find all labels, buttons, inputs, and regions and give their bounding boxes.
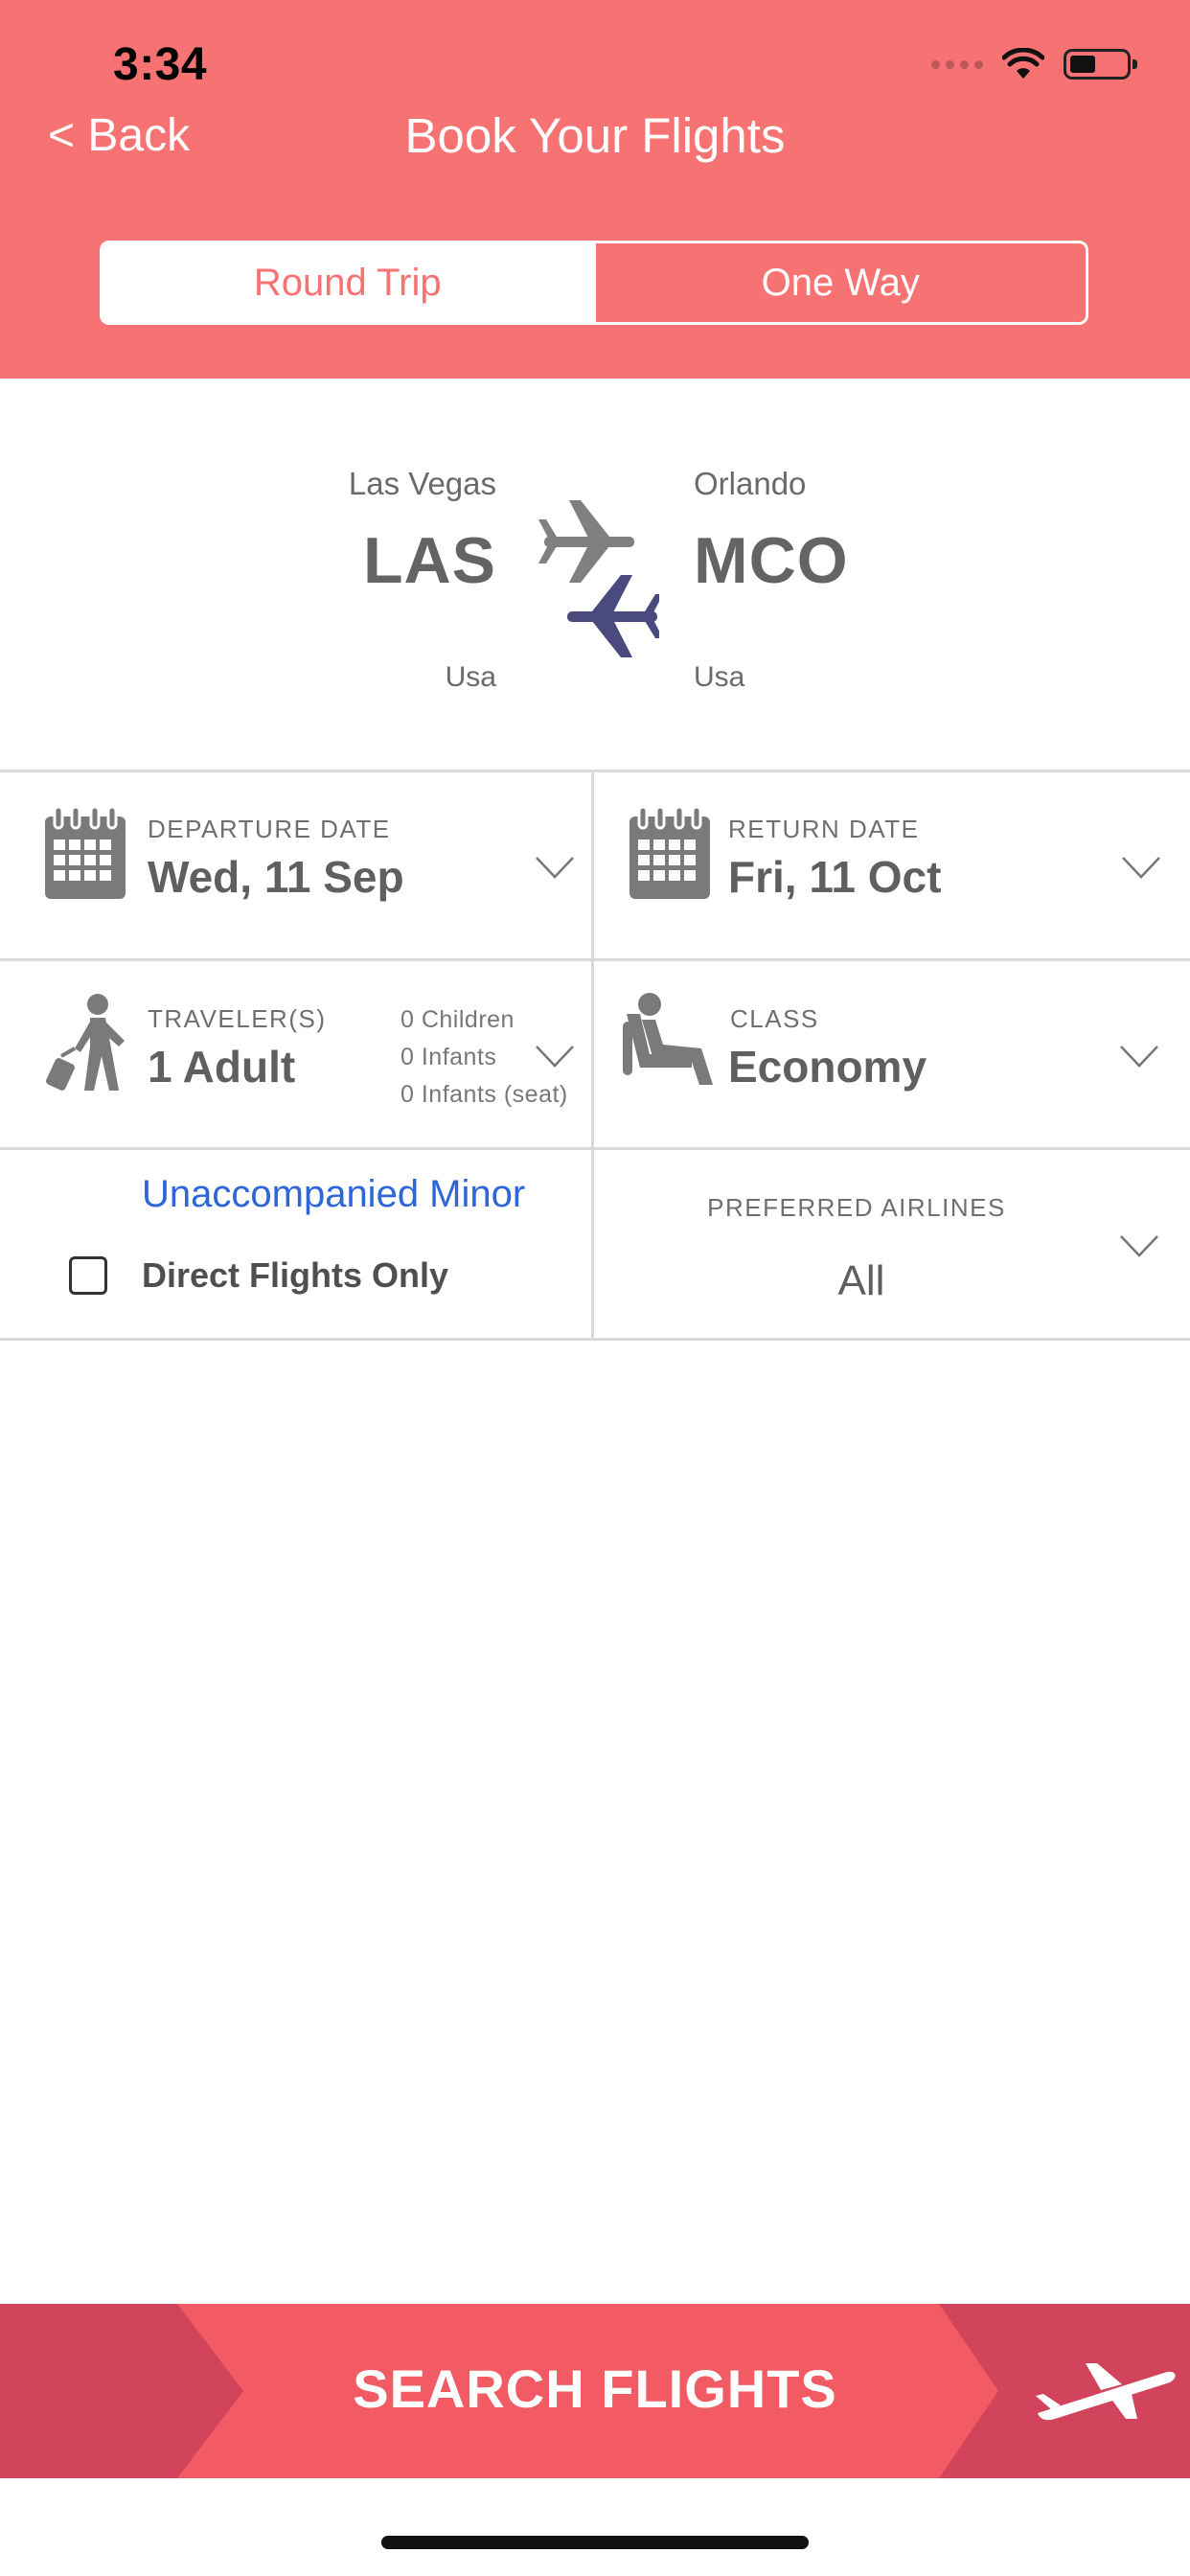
wifi-icon xyxy=(1002,48,1044,79)
page-title: Book Your Flights xyxy=(404,108,786,163)
battery-icon xyxy=(1064,49,1137,80)
calendar-icon xyxy=(45,805,126,899)
status-time: 3:34 xyxy=(113,39,208,90)
preferred-airlines-cell[interactable] xyxy=(594,1150,1190,1338)
unaccompanied-minor-link[interactable]: Unaccompanied Minor xyxy=(142,1173,525,1216)
chevron-down-icon xyxy=(1122,857,1160,879)
chevron-down-icon xyxy=(1120,1046,1158,1068)
chevron-down-icon xyxy=(536,1046,574,1068)
search-flights-label: SEARCH FLIGHTS xyxy=(353,2358,837,2419)
seat-icon xyxy=(623,993,713,1085)
destination-city: Orlando xyxy=(694,466,807,501)
children-count: 0 Children xyxy=(400,1006,515,1033)
home-indicator xyxy=(381,2536,809,2549)
return-date-value: Fri, 11 Oct xyxy=(728,852,942,902)
plane-takeoff-icon xyxy=(1036,2363,1176,2421)
divider xyxy=(0,1338,1190,1341)
swap-route-icon[interactable] xyxy=(537,498,659,669)
calendar-icon xyxy=(629,805,710,899)
direct-flights-checkbox[interactable] xyxy=(69,1256,107,1295)
chevron-down-icon xyxy=(1120,1235,1158,1257)
traveler-luggage-icon xyxy=(46,994,125,1091)
infants-seat-count: 0 Infants (seat) xyxy=(400,1081,568,1108)
plane-gray-icon xyxy=(538,500,634,583)
departure-date-label: DEPARTURE DATE xyxy=(148,815,391,843)
class-label: CLASS xyxy=(730,1004,819,1033)
departure-date-value: Wed, 11 Sep xyxy=(148,852,404,902)
destination-code[interactable]: MCO xyxy=(694,523,849,598)
signal-icon xyxy=(931,59,983,69)
plane-navy-icon xyxy=(567,575,659,657)
infants-count: 0 Infants xyxy=(400,1044,497,1070)
travelers-label: TRAVELER(S) xyxy=(148,1004,327,1033)
preferred-airlines-label: PREFERRED AIRLINES xyxy=(707,1193,1006,1222)
trip-type-segment: Round Trip One Way xyxy=(100,241,1088,325)
round-trip-tab[interactable]: Round Trip xyxy=(103,243,593,322)
return-date-label: RETURN DATE xyxy=(728,815,920,843)
chevron-down-icon xyxy=(536,857,574,879)
destination-country: Usa xyxy=(694,661,745,693)
origin-city: Las Vegas xyxy=(348,466,496,501)
origin-country: Usa xyxy=(445,661,496,693)
direct-flights-label[interactable]: Direct Flights Only xyxy=(142,1255,448,1296)
class-value: Economy xyxy=(728,1042,927,1092)
origin-code[interactable]: LAS xyxy=(363,523,496,598)
travelers-value: 1 Adult xyxy=(148,1042,296,1092)
one-way-tab[interactable]: One Way xyxy=(592,243,1087,322)
preferred-airlines-value: All xyxy=(837,1257,885,1304)
status-icons xyxy=(931,42,1137,86)
